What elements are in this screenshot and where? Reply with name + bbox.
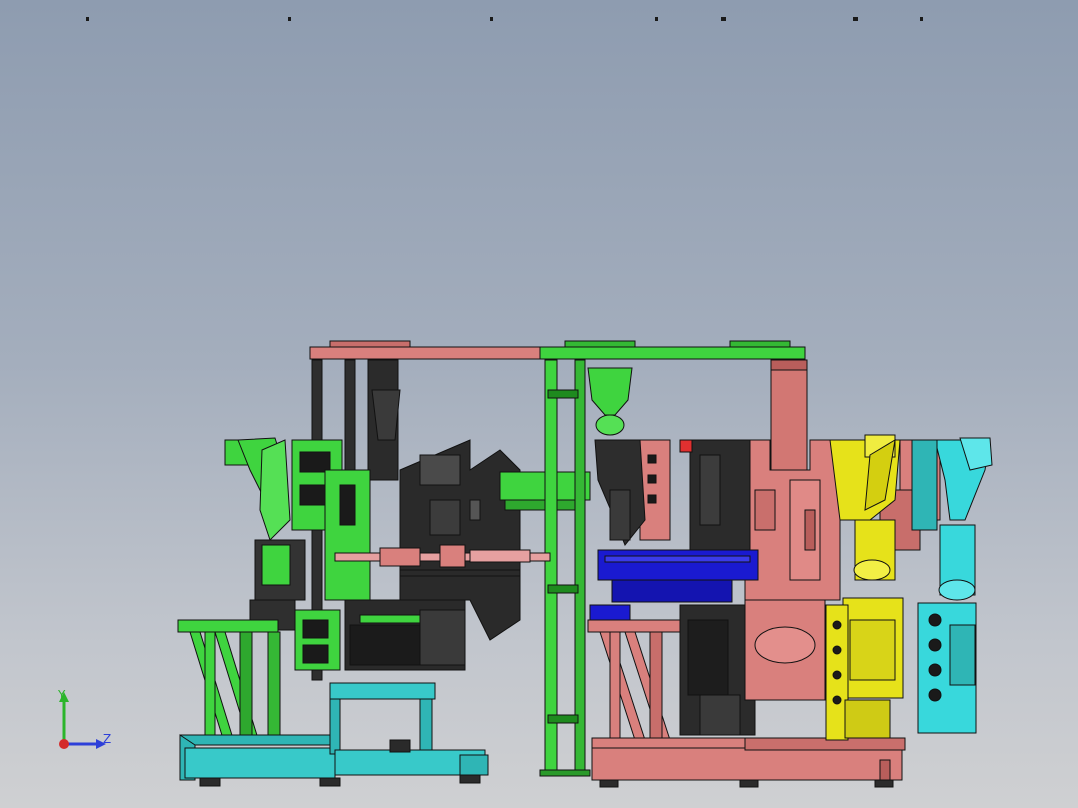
gantry-beam-salmon	[309, 346, 543, 360]
cad-viewport[interactable]: Y Z	[0, 0, 1078, 808]
triad-z-label: Z	[103, 732, 112, 746]
triad-y-label: Y	[58, 688, 66, 702]
gantry-beam-green	[539, 346, 806, 360]
assembly-model[interactable]	[0, 0, 1078, 808]
triad-x-dot	[59, 739, 69, 749]
salmon-base-right	[591, 737, 748, 749]
salmon-column	[770, 359, 808, 481]
teal-base-left	[179, 734, 331, 746]
